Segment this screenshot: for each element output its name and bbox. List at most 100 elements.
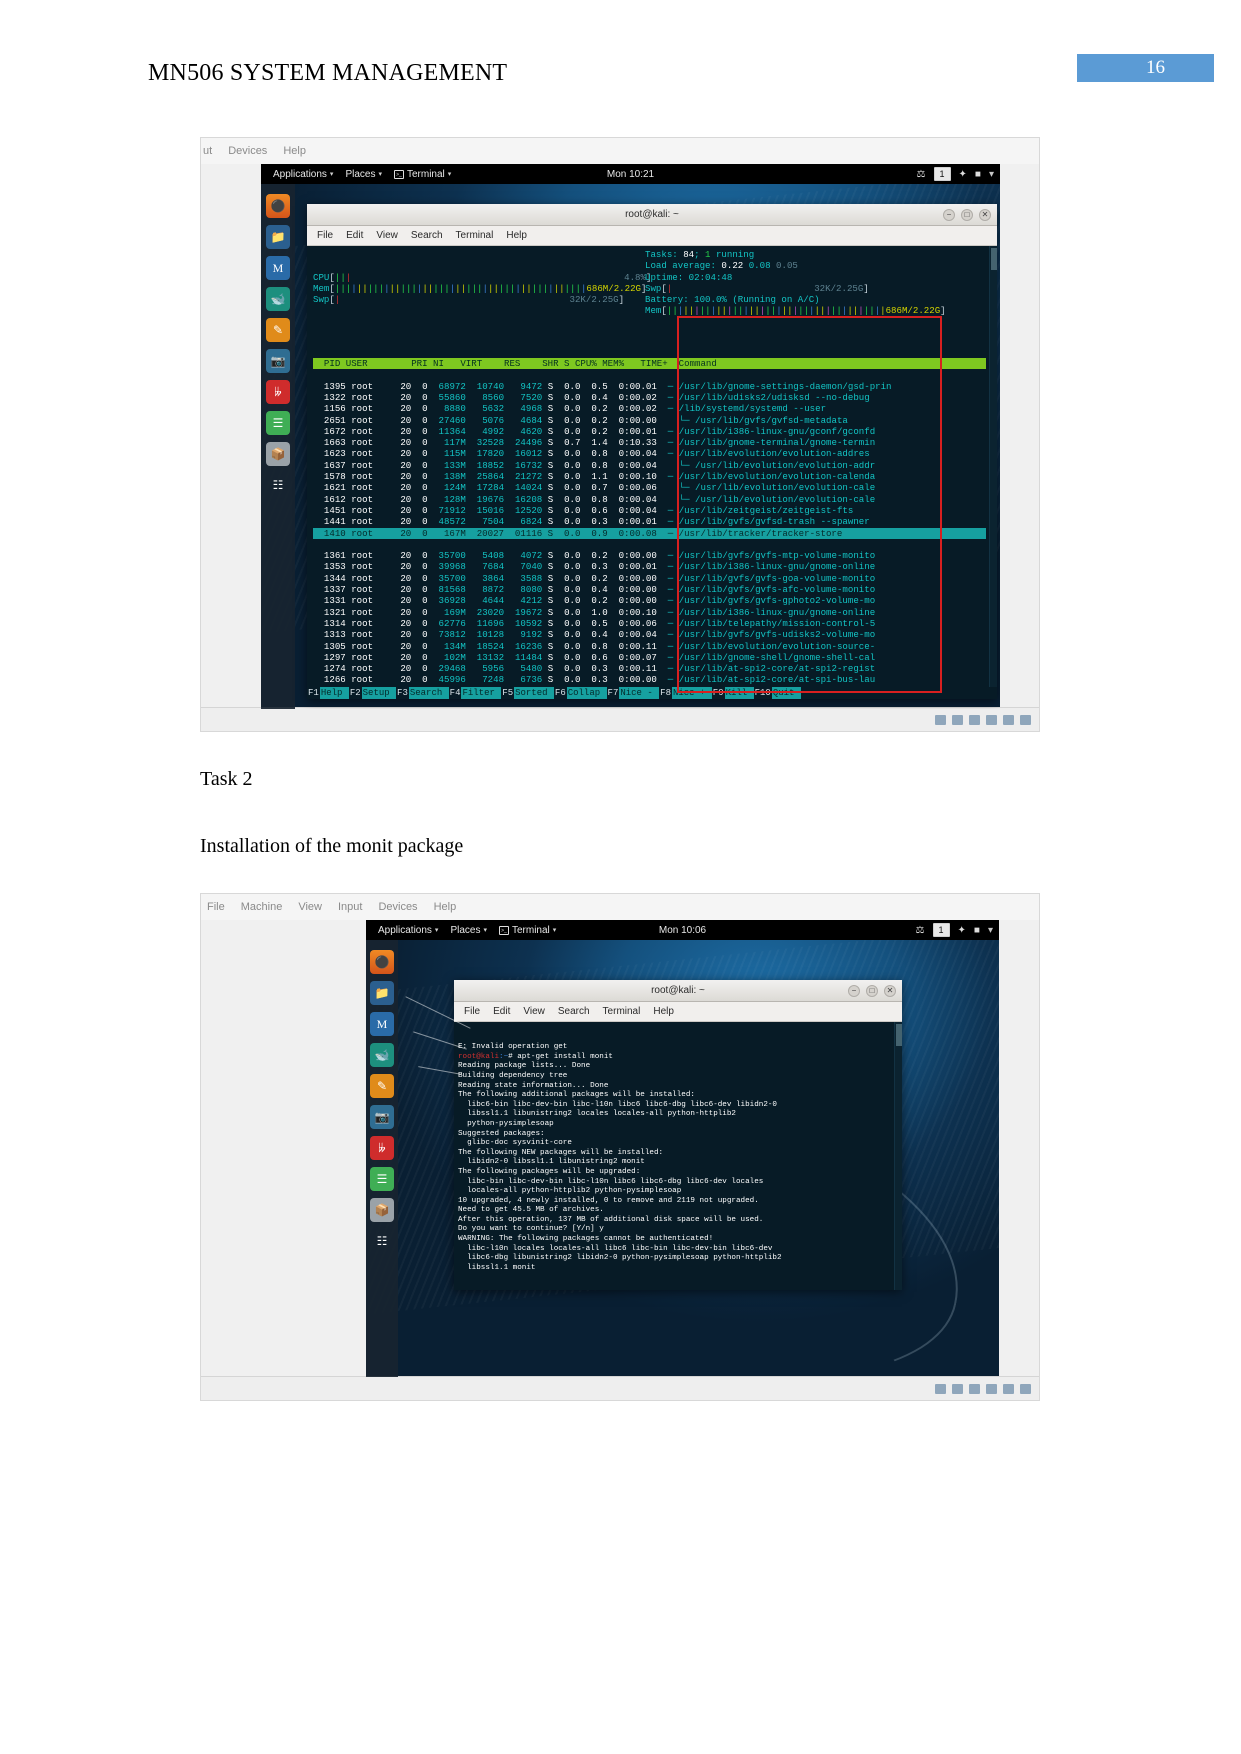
thunderbird-icon[interactable]: M [370,1012,394,1036]
screenshot-icon[interactable]: 📷 [370,1105,394,1129]
page-number-badge: 16 [1077,54,1214,82]
minimize-icon[interactable]: − [848,984,860,997]
menu-search[interactable]: Search [411,230,443,241]
vbox-menu-item-input[interactable]: Input [338,901,362,913]
menu-terminal[interactable]: Terminal [456,230,494,241]
workspace-indicator[interactable]: 1 [933,167,951,181]
pdf-icon[interactable]: 𝄫 [370,1136,394,1160]
close-icon[interactable]: ✕ [884,984,896,997]
screenshot-icon[interactable]: 📷 [266,349,290,373]
menu-applications[interactable]: Applications ▾ [378,925,438,936]
menu-search[interactable]: Search [558,1006,590,1017]
terminal-window-htop: root@kali: ~ − □ ✕ File Edit View Search… [307,204,997,699]
terminal-line: Suggested packages: [458,1129,545,1138]
vbox-menu-item-devices[interactable]: Devices [228,145,267,157]
terminal-line: libssl1.1 libunistring2 locales locales-… [458,1110,736,1119]
menu-places[interactable]: Places ▾ [450,925,487,936]
gnome-top-panel-fig2: Applications ▾ Places ▾ >_ Terminal ▾ Mo… [366,920,999,940]
terminal-titlebar[interactable]: root@kali: ~ − □ ✕ [454,980,902,1002]
chevron-down-icon: ▾ [378,171,382,178]
show-applications-icon[interactable]: ☷ [266,473,290,497]
files-icon[interactable]: 📁 [266,225,290,249]
notes-icon[interactable]: ☰ [266,411,290,435]
optical-icon [952,714,963,725]
menu-help[interactable]: Help [506,230,527,241]
terminal-titlebar[interactable]: root@kali: ~ − □ ✕ [307,204,997,226]
terminal-line: python-pysimplesoap [458,1119,554,1128]
chevron-down-icon[interactable]: ▾ [988,925,993,936]
chevron-down-icon[interactable]: ▾ [989,169,994,180]
chevron-down-icon: ▾ [483,927,487,934]
vbox-menu-item-file[interactable]: File [207,901,225,913]
network-icon[interactable]: ⚖ [916,925,925,936]
close-icon[interactable]: ✕ [979,208,991,221]
show-applications-icon[interactable]: ☷ [370,1229,394,1253]
menu-file[interactable]: File [317,230,333,241]
menu-view[interactable]: View [376,230,398,241]
htop-function-keys[interactable]: F1 Help F2 Setup F3 Search F4 Filter F5 Sorte… [307,687,997,699]
panel-tray-fig1: ⚖ 1 ✦ ■ ▾ [917,167,994,181]
menu-places[interactable]: Places ▾ [345,169,382,180]
vbox-menu-item-0[interactable]: ut [203,145,212,157]
menu-file[interactable]: File [464,1006,480,1017]
htop-output[interactable]: CPU[||| 4.8%] Mem[||||||||||||||||||||||… [307,246,997,699]
terminal-menubar: File Edit View Search Terminal Help [454,1002,902,1022]
terminal-icon: >_ [498,925,509,935]
kali-tools-icon[interactable]: 🐋 [370,1043,394,1067]
maximize-icon[interactable]: □ [866,984,878,997]
vbox-menu-item-view[interactable]: View [298,901,322,913]
htop-process-table[interactable]: PID USER PRI NI VIRT RES SHR S CPU% MEM%… [313,358,997,686]
terminal-scrollbar[interactable] [894,1022,902,1290]
terminal-line: 10 upgraded, 4 newly installed, 0 to rem… [458,1196,759,1205]
htop-row: 1344 root 20 0 35700 3864 3588 S 0.0 0.2… [313,572,876,584]
usb-icon [986,1383,997,1394]
htop-row: 1297 root 20 0 102M 13132 11484 S 0.0 0.… [313,651,876,663]
editor-icon[interactable]: ✎ [370,1074,394,1098]
files-icon[interactable]: 📁 [370,981,394,1005]
menu-edit[interactable]: Edit [346,230,363,241]
htop-row: 1156 root 20 0 8880 5632 4968 S 0.0 0.2 … [313,403,827,415]
menu-help[interactable]: Help [653,1006,674,1017]
battery-icon[interactable]: ■ [974,925,980,936]
application-dock-fig2: ⚫ 📁 M 🐋 ✎ 📷 𝄫 ☰ 📦 ☷ [366,940,398,1377]
firefox-icon[interactable]: ⚫ [370,950,394,974]
vbox-menu-item-help[interactable]: Help [283,145,306,157]
brightness-icon[interactable]: ✦ [958,925,966,936]
vbox-menu-item-machine[interactable]: Machine [241,901,283,913]
apt-get-output[interactable]: E: Invalid operation get root@kali:~# ap… [454,1022,902,1290]
panel-clock[interactable]: Mon 10:06 [659,925,706,936]
htop-row: 1612 root 20 0 128M 19676 16208 S 0.0 0.… [313,493,876,505]
menu-applications[interactable]: Applications ▾ [273,169,333,180]
htop-row: 1451 root 20 0 71912 15016 12520 S 0.0 0… [313,504,854,516]
vm-screen-fig1: Applications ▾ Places ▾ >_ Terminal ▾ Mo… [261,164,1000,709]
terminal-line: libc-bin libc-dev-bin libc-l10n libc6 li… [458,1177,764,1186]
panel-clock[interactable]: Mon 10:21 [607,169,654,180]
vbox-menu-item-devices[interactable]: Devices [378,901,417,913]
notes-icon[interactable]: ☰ [370,1167,394,1191]
menu-terminal[interactable]: Terminal [603,1006,641,1017]
menu-edit[interactable]: Edit [493,1006,510,1017]
terminal-menubar: File Edit View Search Terminal Help [307,226,997,246]
terminal-line: libidn2-0 libssl1.1 libunistring2 monit [458,1158,645,1167]
maximize-icon[interactable]: □ [961,208,973,221]
workspace-indicator[interactable]: 1 [932,923,950,937]
battery-icon[interactable]: ■ [975,169,981,180]
brightness-icon[interactable]: ✦ [959,169,967,180]
htop-row: 1313 root 20 0 73812 10128 9192 S 0.0 0.… [313,629,876,641]
archive-icon[interactable]: 📦 [370,1198,394,1222]
network-icon[interactable]: ⚖ [917,169,926,180]
menu-terminal[interactable]: >_ Terminal ▾ [393,169,451,180]
htop-row: 1321 root 20 0 169M 23020 19672 S 0.0 1.… [313,606,876,618]
menu-terminal[interactable]: >_ Terminal ▾ [498,925,556,936]
terminal-scrollbar[interactable] [989,246,997,699]
menu-view[interactable]: View [523,1006,545,1017]
shared-folder-icon [1003,714,1014,725]
editor-icon[interactable]: ✎ [266,318,290,342]
archive-icon[interactable]: 📦 [266,442,290,466]
pdf-icon[interactable]: 𝄫 [266,380,290,404]
minimize-icon[interactable]: − [943,208,955,221]
firefox-icon[interactable]: ⚫ [266,194,290,218]
thunderbird-icon[interactable]: M [266,256,290,280]
kali-tools-icon[interactable]: 🐋 [266,287,290,311]
vbox-menu-item-help[interactable]: Help [434,901,457,913]
